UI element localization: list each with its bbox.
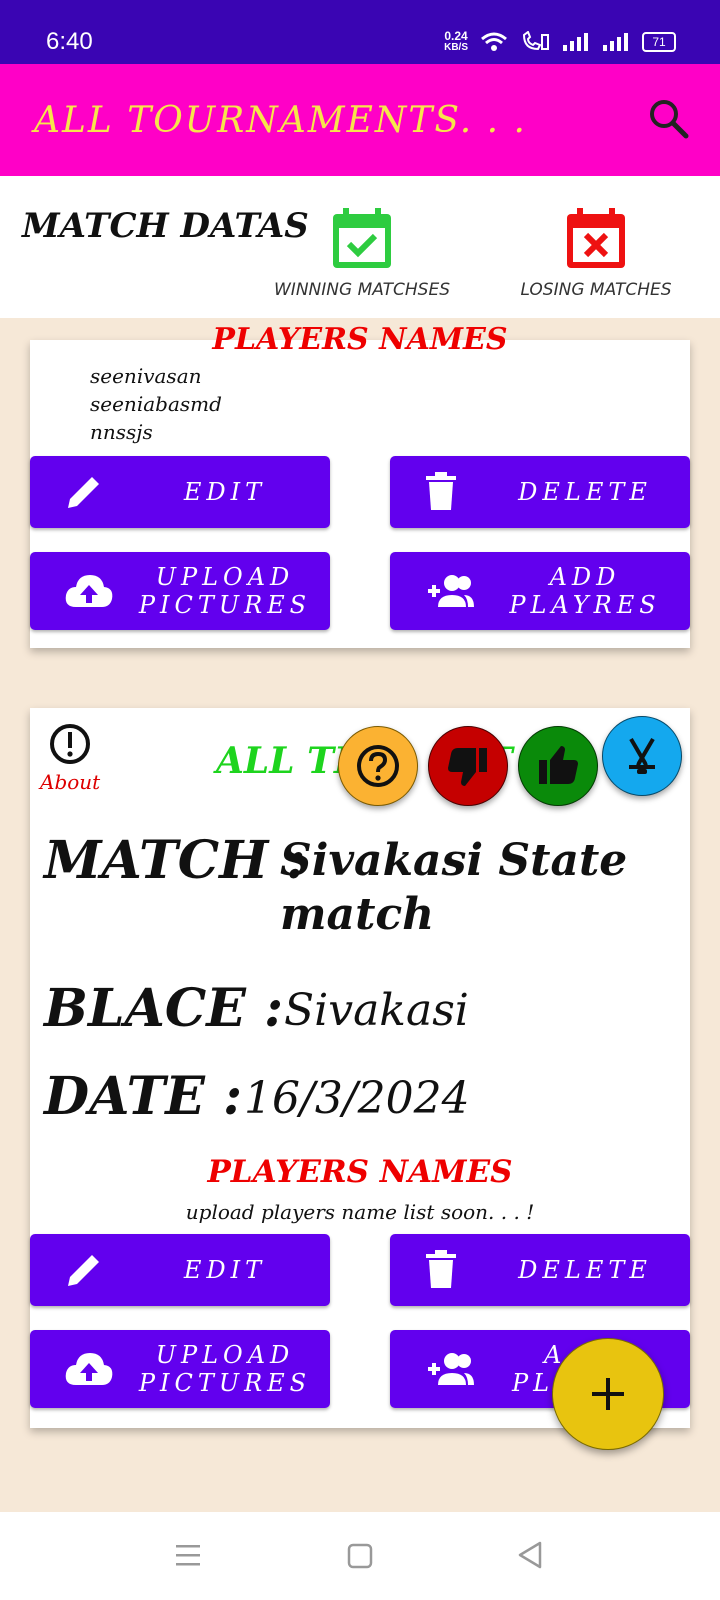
help-icon <box>357 745 399 787</box>
players-heading: PLAYERS NAMES <box>207 1154 513 1190</box>
place-value: Sivakasi <box>284 985 469 1036</box>
player-name: seeniabasmd <box>90 392 222 416</box>
search-icon <box>650 100 689 139</box>
players-heading: PLAYERS NAMES <box>212 322 508 357</box>
volte-call-icon <box>522 31 549 51</box>
calendar-check-icon <box>333 208 391 268</box>
match-tabs: MATCH DATAS WINNING MATCHSES LOSING MATC… <box>0 176 720 318</box>
status-time: 6:40 <box>46 28 93 55</box>
cloud-upload-icon <box>65 575 113 607</box>
upload-pictures-button[interactable]: UPLOAD PICTURES <box>30 552 330 630</box>
tournament-card: About ALL THT MATCH : Sivakasi State mat… <box>30 708 690 1428</box>
losing-matches-label: LOSING MATCHES <box>520 280 672 300</box>
date-value: 16/3/2024 <box>244 1073 470 1124</box>
search-button[interactable] <box>646 96 690 140</box>
about-button[interactable]: About <box>40 722 100 794</box>
players-list: seenivasan seeniabasmd nnssjs <box>90 362 222 446</box>
plus-icon <box>592 1378 624 1410</box>
add-person-icon <box>428 575 474 607</box>
trash-icon <box>426 1250 456 1288</box>
system-nav-bar <box>0 1512 720 1600</box>
help-fab[interactable] <box>338 726 418 806</box>
pencil-icon <box>68 1255 99 1286</box>
wifi-icon <box>481 32 507 51</box>
pencil-icon <box>68 477 99 508</box>
battery-icon: 71 <box>642 32 676 52</box>
winning-matches-tab[interactable]: WINNING MATCHSES <box>262 206 462 300</box>
edit-button[interactable]: EDIT <box>30 456 330 528</box>
app-bar: ALL TOURNAMENTS. . . <box>0 64 720 176</box>
status-bar: 6:40 0.24 KB/S 71 <box>0 0 720 64</box>
date-label: DATE : <box>44 1066 243 1127</box>
menu-icon[interactable] <box>174 1542 202 1568</box>
back-icon[interactable] <box>516 1540 544 1570</box>
status-icons: 0.24 KB/S 71 <box>444 30 676 54</box>
thumbs-up-icon <box>539 746 578 784</box>
delete-button[interactable]: DELETE <box>390 1234 690 1306</box>
add-person-icon <box>428 1353 474 1385</box>
net-speed: 0.24 KB/S <box>444 29 468 53</box>
winning-matches-label: WINNING MATCHSES <box>274 280 450 300</box>
hockey-sticks-icon <box>629 737 655 774</box>
players-note: upload players name list soon. . . ! <box>185 1200 535 1224</box>
add-players-button[interactable]: ADD PLAYRES <box>390 552 690 630</box>
dislike-fab[interactable] <box>428 726 508 806</box>
like-fab[interactable] <box>518 726 598 806</box>
calendar-cross-icon <box>567 208 625 268</box>
losing-matches-tab[interactable]: LOSING MATCHES <box>496 206 696 300</box>
app-title: ALL TOURNAMENTS. . . <box>34 100 527 141</box>
add-tournament-fab[interactable] <box>552 1338 664 1450</box>
home-icon[interactable] <box>346 1542 374 1570</box>
cloud-upload-icon <box>65 1353 113 1385</box>
info-icon <box>50 724 91 764</box>
edit-button[interactable]: EDIT <box>30 1234 330 1306</box>
signal-icon-1 <box>563 33 588 51</box>
match-label: MATCH : <box>44 830 306 891</box>
tournament-list[interactable]: PLAYERS NAMES seenivasan seeniabasmd nns… <box>0 318 720 1512</box>
match-value: Sivakasi State match <box>280 835 628 940</box>
signal-icon-2 <box>603 33 628 51</box>
delete-button[interactable]: DELETE <box>390 456 690 528</box>
thumbs-down-icon <box>448 748 487 786</box>
hockey-fab[interactable] <box>602 716 682 796</box>
tournament-card: PLAYERS NAMES seenivasan seeniabasmd nns… <box>30 322 690 648</box>
place-label: BLACE : <box>44 978 284 1039</box>
trash-icon <box>426 472 456 510</box>
player-name: seenivasan <box>90 364 202 388</box>
player-name: nnssjs <box>90 420 153 444</box>
upload-pictures-button[interactable]: UPLOAD PICTURES <box>30 1330 330 1408</box>
